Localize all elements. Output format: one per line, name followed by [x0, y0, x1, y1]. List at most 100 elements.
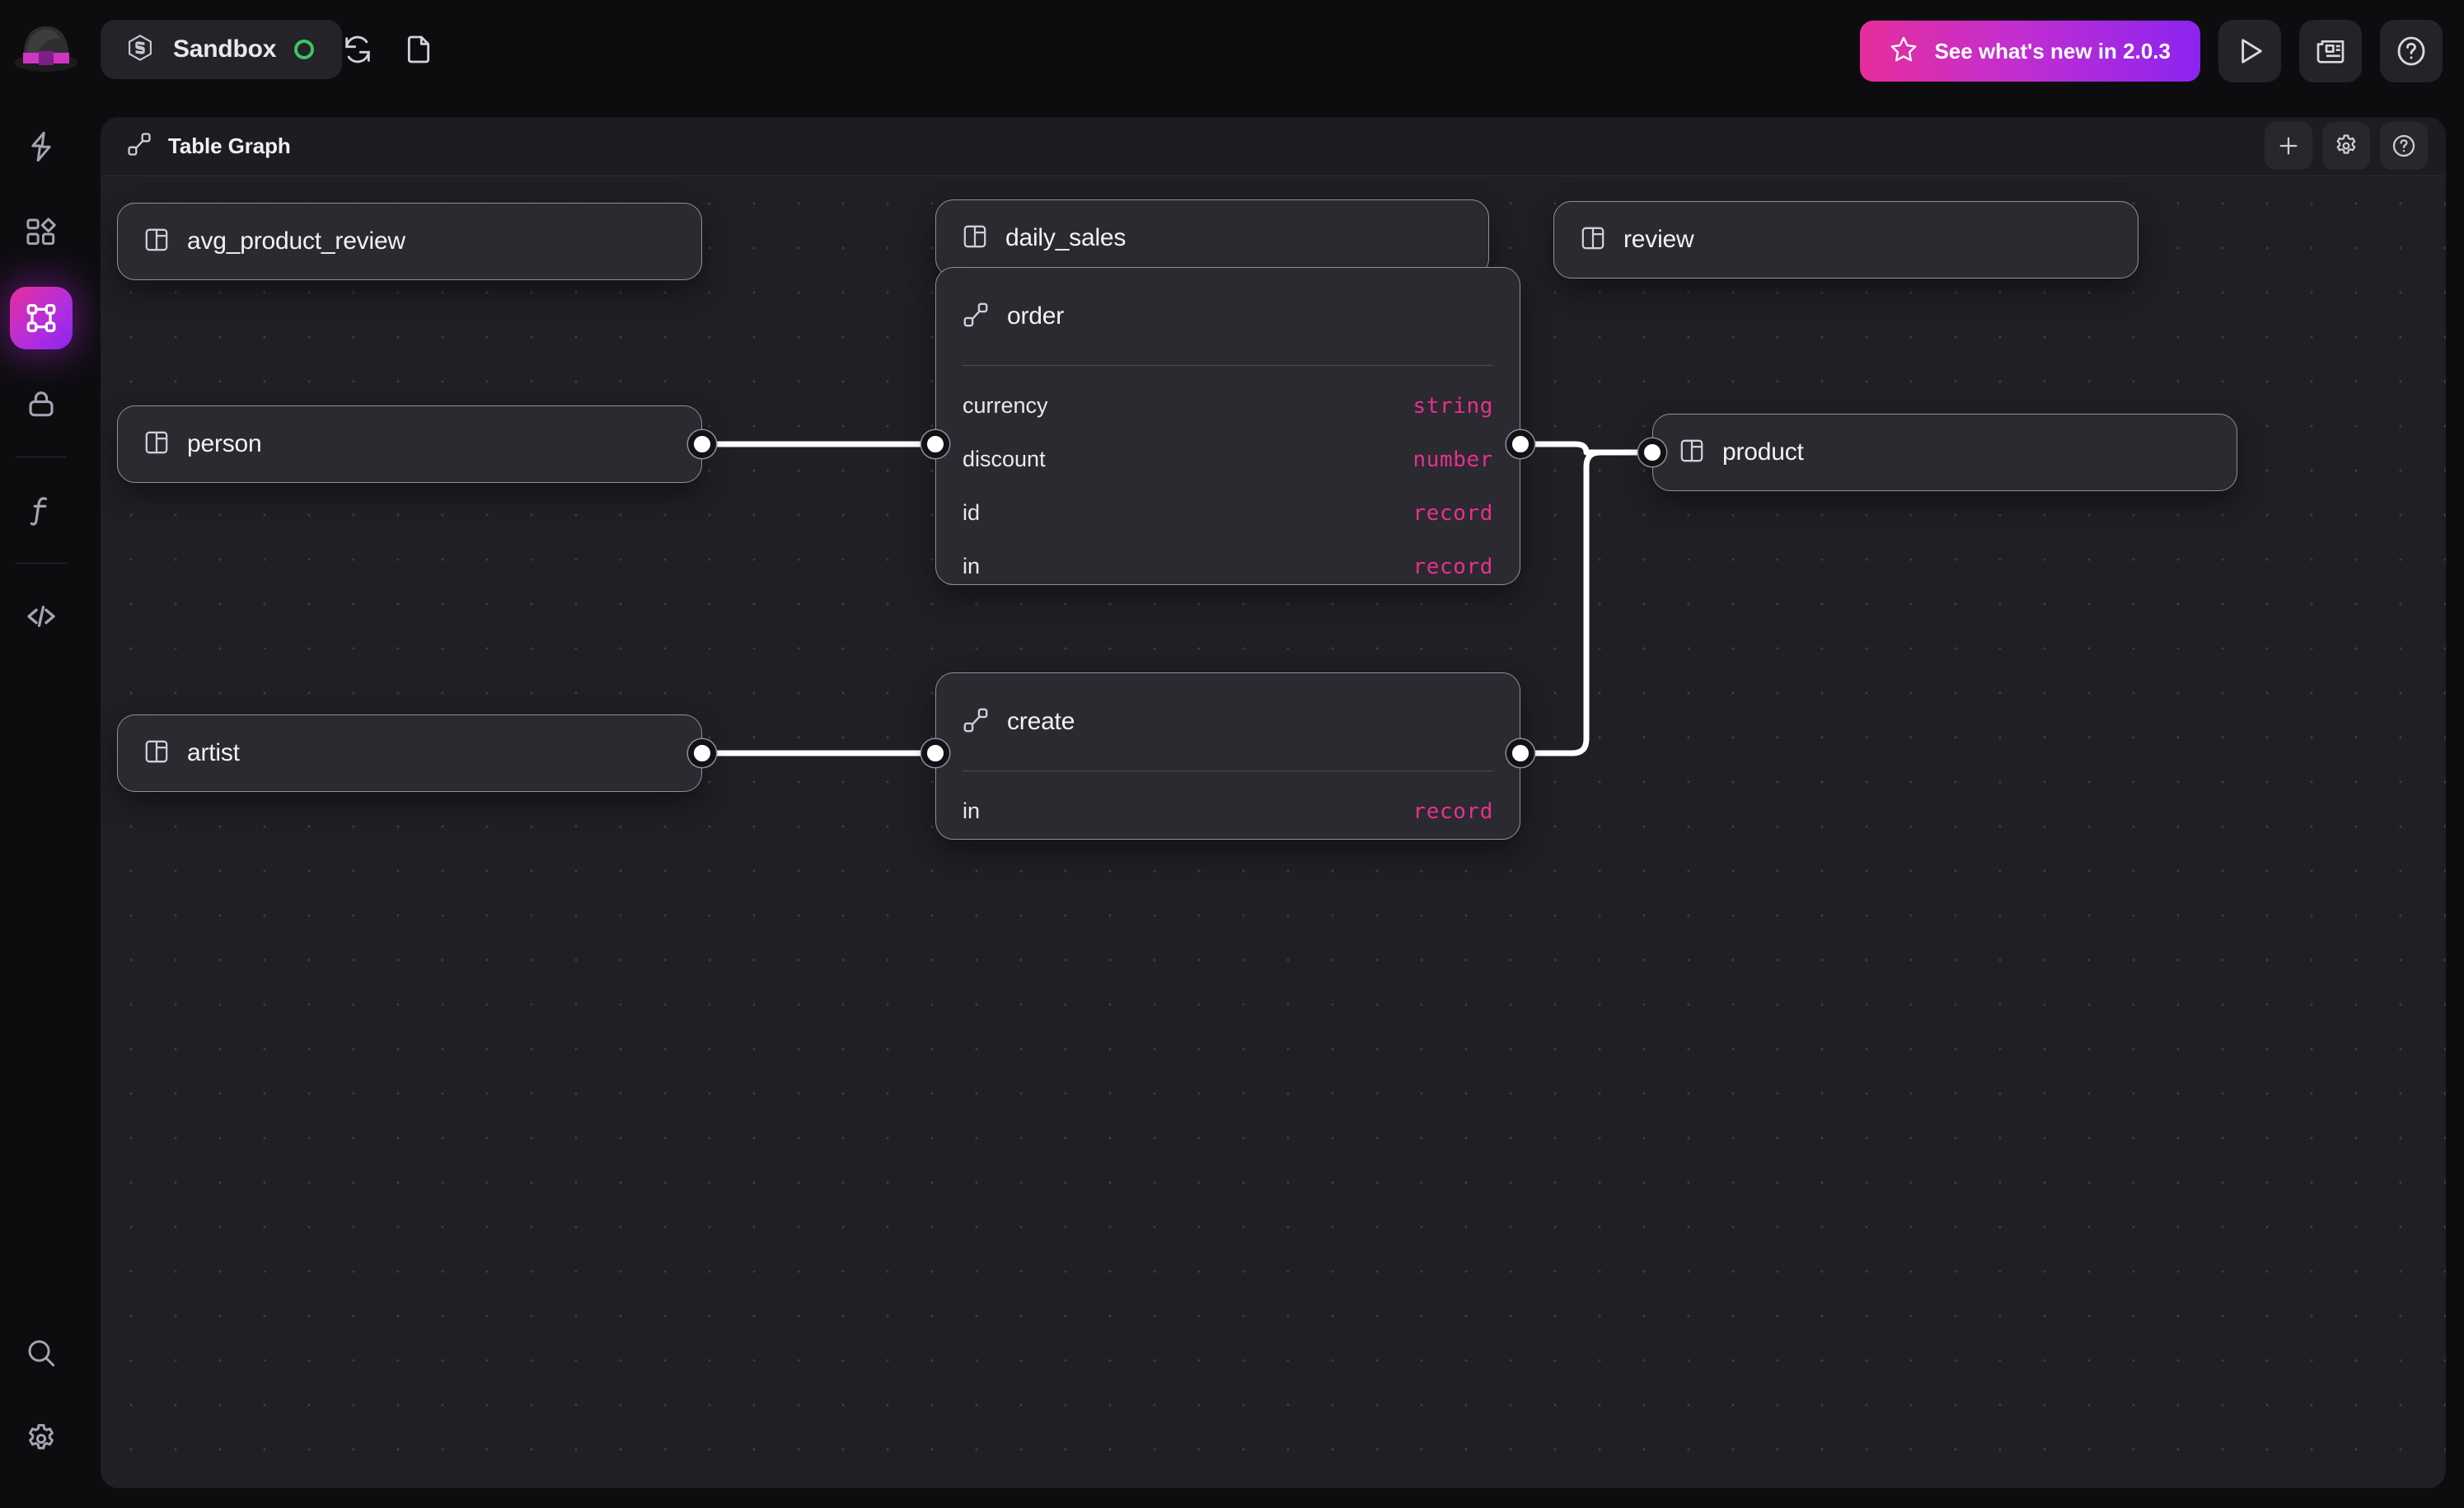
whats-new-button[interactable]: See what's new in 2.0.3: [1860, 21, 2200, 82]
table-icon: [1678, 437, 1706, 469]
star-icon: [1890, 35, 1918, 68]
edge-order-to-product: [1517, 441, 1656, 456]
add-node-button[interactable]: [2265, 122, 2312, 170]
field-row: currency string: [936, 379, 1520, 433]
help-button[interactable]: [2380, 20, 2443, 82]
table-icon: [143, 738, 171, 770]
search-icon: [28, 1340, 55, 1367]
handle-artist-out[interactable]: [688, 739, 716, 767]
run-query-button[interactable]: [2218, 20, 2281, 82]
table-graph-panel: Table Graph avg_product_review daily_sal…: [101, 117, 2446, 1488]
graph-node-artist[interactable]: artist: [117, 714, 702, 792]
workspace-label: Sandbox: [173, 35, 277, 63]
node-label: product: [1722, 438, 1804, 466]
workspace-selector[interactable]: Sandbox: [101, 20, 343, 79]
table-icon: [961, 222, 989, 255]
field-list: in record out record: [936, 771, 1520, 839]
refresh-button[interactable]: [330, 21, 386, 77]
sidebar-item-authentication[interactable]: [10, 372, 73, 435]
plus-icon: [2279, 137, 2298, 155]
gear-icon: [2336, 134, 2356, 154]
question-circle-icon: [2392, 134, 2415, 157]
field-type: number: [1412, 447, 1493, 472]
handle-order-out[interactable]: [1506, 430, 1534, 458]
bowler-hat-logo[interactable]: [12, 12, 81, 81]
node-title-row: artist: [118, 738, 240, 770]
field-list: currency string discount number id recor…: [936, 366, 1520, 584]
field-row: in record: [936, 784, 1520, 838]
sidebar-search-button[interactable]: [10, 1322, 73, 1384]
node-title-row: daily_sales: [936, 222, 1126, 255]
news-button[interactable]: [2299, 20, 2362, 82]
field-row: id record: [936, 486, 1520, 540]
lightning-icon: [31, 131, 51, 162]
graph-node-create[interactable]: create in record out record: [935, 672, 1520, 840]
field-name: currency: [963, 393, 1048, 418]
newspaper-icon: [2316, 40, 2345, 63]
relation-graph-icon: [125, 130, 153, 162]
surrealdb-hex-icon: [125, 33, 155, 67]
node-label: order: [1007, 302, 1065, 330]
gear-icon: [29, 1424, 54, 1449]
graph-node-order[interactable]: order currency string discount number id…: [935, 267, 1520, 585]
field-type: record: [1412, 554, 1493, 579]
handle-product-in[interactable]: [1638, 438, 1666, 466]
graph-nodes-icon: [26, 303, 56, 333]
sidebar-item-functions[interactable]: [10, 479, 73, 541]
graph-node-review[interactable]: review: [1553, 201, 2138, 279]
top-bar-actions: See what's new in 2.0.3: [1860, 20, 2443, 82]
table-icon: [143, 429, 171, 461]
sidebar-settings-button[interactable]: [10, 1407, 73, 1470]
node-label: review: [1623, 226, 1694, 253]
page-title: Table Graph: [168, 133, 291, 158]
edge-create-to-product: [1517, 449, 1656, 756]
function-f-icon: [30, 497, 48, 526]
field-type: string: [1412, 393, 1493, 419]
graph-node-product[interactable]: product: [1652, 414, 2237, 491]
lock-icon: [29, 391, 54, 417]
node-label: person: [187, 430, 262, 457]
field-name: id: [963, 500, 981, 525]
graph-help-button[interactable]: [2380, 122, 2428, 170]
sidebar-item-query[interactable]: [10, 115, 73, 178]
left-sidebar: [0, 101, 82, 1508]
blocks-icon: [26, 218, 56, 246]
node-title-row: avg_product_review: [118, 226, 405, 258]
handle-create-out[interactable]: [1506, 739, 1534, 767]
field-name: in: [963, 554, 981, 578]
node-title-row: review: [1554, 224, 1694, 256]
app-root: Sandbox See what's new in 2.0.3 Table Gr…: [0, 0, 2464, 1508]
field-row: out record: [936, 838, 1520, 839]
relation-graph-icon: [961, 705, 991, 739]
graph-node-avg-product-review[interactable]: avg_product_review: [117, 203, 702, 280]
table-icon: [143, 226, 171, 258]
graph-canvas[interactable]: avg_product_review daily_sales review pe…: [101, 176, 2446, 1488]
node-label: artist: [187, 739, 240, 766]
top-bar: Sandbox See what's new in 2.0.3: [0, 0, 2464, 101]
graph-node-person[interactable]: person: [117, 405, 702, 483]
field-row: in record: [936, 540, 1520, 584]
sidebar-item-graphql[interactable]: [10, 287, 73, 349]
relation-graph-icon: [961, 300, 991, 334]
handle-order-in[interactable]: [921, 430, 949, 458]
status-badge: [294, 40, 315, 59]
sidebar-item-explorer[interactable]: [10, 201, 73, 264]
node-label: daily_sales: [1005, 224, 1127, 251]
code-brackets-icon: [27, 606, 55, 627]
field-row: discount number: [936, 433, 1520, 486]
node-title-row: create: [936, 673, 1520, 770]
node-title-row: product: [1653, 437, 1804, 469]
graph-node-daily-sales[interactable]: daily_sales: [935, 199, 1489, 277]
sidebar-divider: [16, 563, 67, 564]
handle-person-out[interactable]: [688, 430, 716, 458]
graph-settings-button[interactable]: [2322, 122, 2370, 170]
whats-new-label: See what's new in 2.0.3: [1934, 38, 2171, 63]
question-circle-icon: [2397, 36, 2425, 66]
new-file-button[interactable]: [391, 21, 447, 77]
sidebar-item-api-docs[interactable]: [10, 585, 73, 648]
panel-header: Table Graph: [101, 117, 2446, 176]
table-icon: [1579, 224, 1607, 256]
play-icon: [2241, 39, 2262, 63]
handle-create-in[interactable]: [921, 739, 949, 767]
panel-header-actions: [2265, 122, 2428, 170]
